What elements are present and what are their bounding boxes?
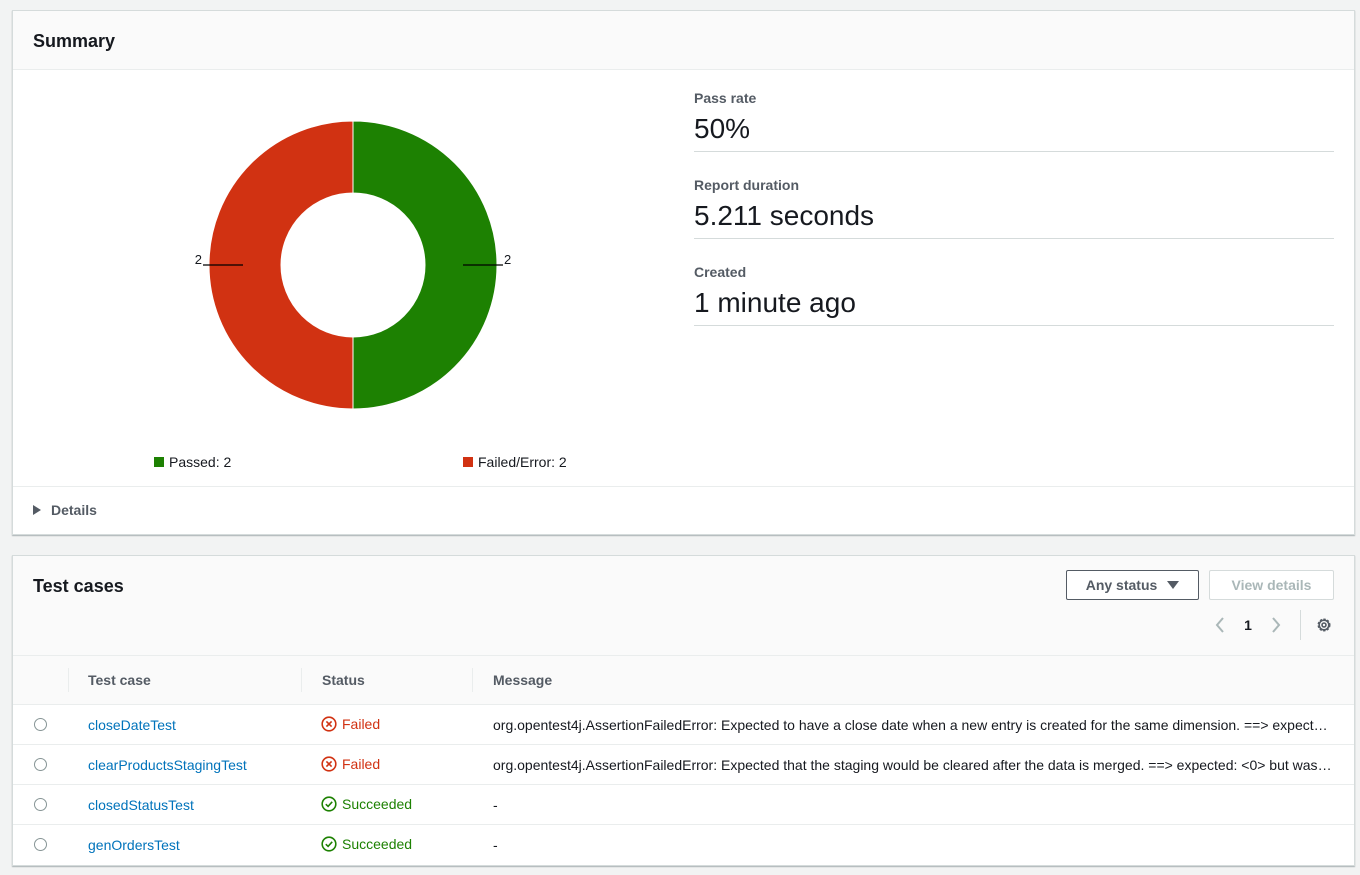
column-divider [472, 668, 473, 692]
column-header-test-case[interactable]: Test case [88, 656, 151, 704]
previous-page-button[interactable] [1207, 612, 1233, 638]
page-number[interactable]: 1 [1233, 617, 1263, 633]
created-stat: Created 1 minute ago [694, 262, 1334, 326]
report-duration-stat: Report duration 5.211 seconds [694, 175, 1334, 239]
row-select-radio[interactable] [34, 758, 47, 771]
view-details-button[interactable]: View details [1209, 570, 1334, 600]
pagination: 1 [1207, 612, 1289, 638]
chevron-right-icon [1272, 617, 1281, 633]
data-label: 2 [504, 252, 511, 267]
message-text: - [493, 837, 498, 853]
status-label: Succeeded [342, 796, 413, 812]
summary-panel: Summary 22 Passed: 2 Failed/Error: 2 Pas… [12, 10, 1355, 535]
pass-rate-label: Pass rate [694, 90, 757, 106]
created-label: Created [694, 264, 747, 280]
status-failed: Failed [321, 716, 380, 732]
status-filter-label: Any status [1085, 577, 1158, 593]
details-toggle[interactable]: Details [33, 502, 97, 518]
test-case-link[interactable]: clearProductsStagingTest [88, 757, 247, 773]
status-label: Failed [342, 756, 381, 772]
failed-status-icon [321, 716, 337, 732]
test-case-link[interactable]: genOrdersTest [88, 837, 180, 853]
test-cases-title: Test cases [33, 576, 124, 596]
test-cases-panel: Test cases Any status View details 1 Tes… [12, 555, 1355, 866]
status-succeeded: Succeeded [321, 836, 412, 852]
status-failed: Failed [321, 756, 380, 772]
caret-down-icon [1167, 581, 1180, 589]
caret-right-icon [33, 505, 41, 515]
row-select-radio[interactable] [34, 718, 47, 731]
legend-passed-swatch [154, 457, 164, 467]
column-divider [301, 668, 302, 692]
status-label: Succeeded [342, 836, 413, 852]
summary-header: Summary [13, 11, 1354, 70]
pass-fail-donut-chart: 22 [195, 120, 511, 410]
message-text: org.opentest4j.AssertionFailedError: Exp… [493, 757, 1333, 773]
message-text: org.opentest4j.AssertionFailedError: Exp… [493, 717, 1333, 733]
status-filter-dropdown[interactable]: Any status [1066, 570, 1199, 600]
column-header-status[interactable]: Status [322, 656, 365, 704]
legend-failed: Failed/Error: 2 [463, 454, 567, 470]
table-row[interactable]: clearProductsStagingTest Failed org.open… [13, 745, 1354, 785]
test-case-link[interactable]: closeDateTest [88, 717, 176, 733]
status-label: Failed [342, 716, 381, 732]
legend-failed-swatch [463, 457, 473, 467]
legend-failed-label: Failed/Error: 2 [478, 454, 567, 470]
data-label: 2 [195, 252, 202, 267]
success-status-icon [321, 796, 337, 812]
next-page-button[interactable] [1263, 612, 1289, 638]
success-status-icon [321, 836, 337, 852]
report-duration-label: Report duration [694, 177, 799, 193]
column-divider [68, 668, 69, 692]
summary-title: Summary [33, 31, 116, 51]
report-duration-value: 5.211 seconds [694, 200, 875, 231]
chevron-left-icon [1215, 617, 1224, 633]
pagination-divider [1300, 610, 1301, 640]
row-select-radio[interactable] [34, 798, 47, 811]
pass-rate-stat: Pass rate 50% [694, 88, 1334, 152]
legend-passed: Passed: 2 [154, 454, 231, 470]
column-header-message[interactable]: Message [493, 656, 552, 704]
message-text: - [493, 797, 498, 813]
gear-icon [1317, 618, 1331, 632]
row-select-radio[interactable] [34, 838, 47, 851]
pass-rate-value: 50% [694, 113, 751, 144]
failed-status-icon [321, 756, 337, 772]
legend-passed-label: Passed: 2 [169, 454, 232, 470]
created-value: 1 minute ago [694, 287, 856, 318]
test-case-link[interactable]: closedStatusTest [88, 797, 194, 813]
table-header: Test case Status Message [13, 656, 1354, 705]
preferences-button[interactable] [1311, 612, 1337, 638]
table-row[interactable]: closeDateTest Failed org.opentest4j.Asse… [13, 705, 1354, 745]
test-cases-header: Test cases Any status View details 1 [13, 556, 1354, 656]
status-succeeded: Succeeded [321, 796, 412, 812]
table-row[interactable]: closedStatusTest Succeeded - [13, 785, 1354, 825]
details-section: Details [13, 486, 1354, 534]
details-label: Details [51, 502, 97, 518]
table-row[interactable]: genOrdersTest Succeeded - [13, 825, 1354, 865]
